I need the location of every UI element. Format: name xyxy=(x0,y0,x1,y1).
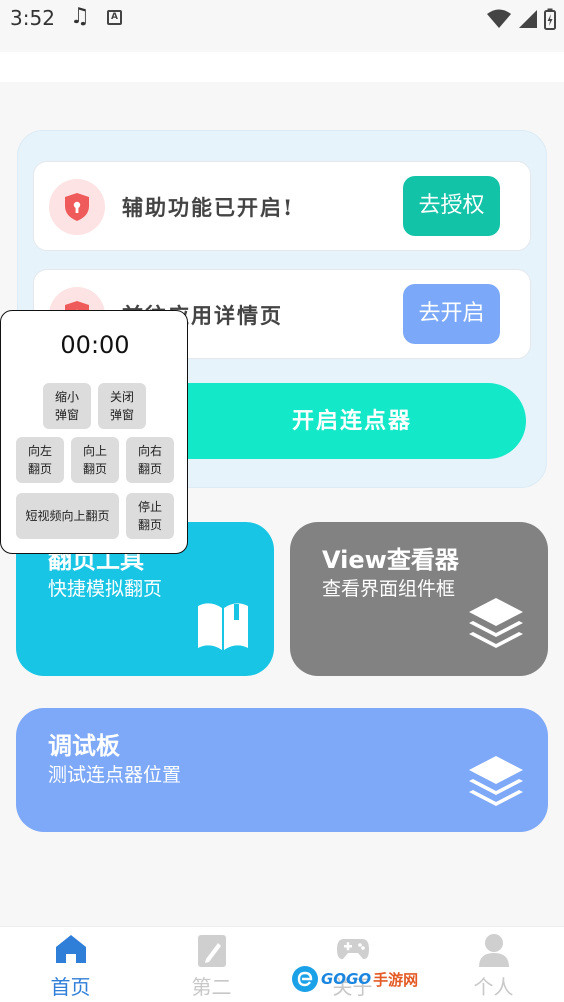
cell-signal-icon xyxy=(519,10,537,28)
layers-icon xyxy=(469,756,523,806)
bottom-nav: 首页 第二 关于 个人 xyxy=(0,926,564,1002)
nav-second[interactable]: 第二 xyxy=(141,927,282,1002)
watermark-suffix: 手游网 xyxy=(373,970,419,989)
button-label: 翻页 xyxy=(137,518,162,532)
music-icon: ♫ xyxy=(70,4,90,29)
edit-icon xyxy=(197,935,226,967)
timer-display: 00:00 xyxy=(60,331,130,359)
button-label: 向左 xyxy=(27,444,52,458)
gamepad-icon xyxy=(336,939,369,960)
debug-board-tile[interactable]: 调试板 测试连点器位置 xyxy=(16,708,548,832)
nav-home[interactable]: 首页 xyxy=(0,927,141,1002)
floating-control-window[interactable]: 00:00 缩小 弹窗 关闭 弹窗 向左 翻页 向上 翻页 向右 翻页 短视频向… xyxy=(0,310,188,554)
shrink-popup-button[interactable]: 缩小 弹窗 xyxy=(43,383,91,429)
tile-subtitle: 快捷模拟翻页 xyxy=(48,578,163,600)
view-inspector-tile[interactable]: View查看器 查看界面组件框 xyxy=(290,522,548,676)
battery-icon xyxy=(544,8,556,30)
authorize-button[interactable]: 去授权 xyxy=(403,176,500,236)
status-icons xyxy=(486,8,556,30)
layers-icon xyxy=(469,598,523,648)
nav-label: 首页 xyxy=(50,975,91,999)
button-label: 翻页 xyxy=(27,462,52,476)
nav-personal[interactable]: 个人 xyxy=(423,927,564,1002)
status-bar: 3:52 ♫ A xyxy=(0,0,564,40)
tile-title: View查看器 xyxy=(322,546,459,574)
person-icon xyxy=(478,934,509,967)
button-label: 翻页 xyxy=(137,462,162,476)
button-label: 弹窗 xyxy=(54,408,79,422)
top-strip xyxy=(0,52,564,82)
start-clicker-button[interactable]: 开启连点器 xyxy=(148,383,526,459)
button-label: 向右 xyxy=(137,444,162,458)
short-video-up-button[interactable]: 短视频向上翻页 xyxy=(16,493,119,539)
accessibility-row: 辅助功能已开启! 去授权 xyxy=(33,161,531,251)
nav-label: 个人 xyxy=(473,975,514,999)
button-label: 弹窗 xyxy=(109,408,134,422)
watermark-e-icon xyxy=(292,966,318,992)
tile-subtitle: 查看界面组件框 xyxy=(322,578,456,600)
page-left-button[interactable]: 向左 翻页 xyxy=(16,437,64,483)
wifi-icon xyxy=(487,9,511,28)
accessibility-notification-icon: A xyxy=(107,10,122,25)
shield-icon xyxy=(49,179,105,235)
page-up-button[interactable]: 向上 翻页 xyxy=(71,437,119,483)
button-label: 短视频向上翻页 xyxy=(25,509,110,523)
stop-page-button[interactable]: 停止 翻页 xyxy=(126,493,174,539)
button-label: 翻页 xyxy=(82,462,107,476)
watermark-logo: GOGO 手游网 xyxy=(292,966,418,992)
tile-title: 调试板 xyxy=(48,732,120,760)
button-label: 缩小 xyxy=(54,390,79,404)
tile-subtitle: 测试连点器位置 xyxy=(48,764,182,786)
accessibility-status-text: 辅助功能已开启! xyxy=(122,195,295,220)
button-label: 停止 xyxy=(137,500,162,514)
close-popup-button[interactable]: 关闭 弹窗 xyxy=(98,383,146,429)
open-button[interactable]: 去开启 xyxy=(403,284,500,344)
home-icon xyxy=(55,935,86,963)
page-right-button[interactable]: 向右 翻页 xyxy=(126,437,174,483)
button-label: 向上 xyxy=(82,444,107,458)
status-time: 3:52 xyxy=(10,6,55,30)
nav-label: 第二 xyxy=(191,975,232,999)
book-icon xyxy=(198,603,248,650)
watermark-brand: GOGO xyxy=(321,970,372,988)
button-label: 关闭 xyxy=(109,390,134,404)
